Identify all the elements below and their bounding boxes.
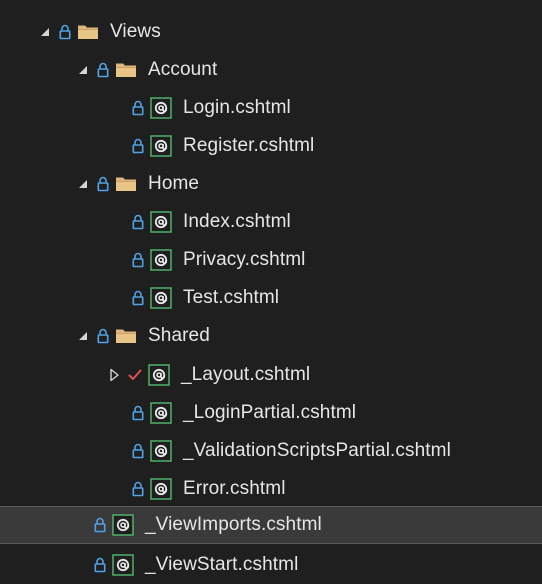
lock-icon — [131, 136, 145, 156]
tree-node-index-cshtml[interactable]: Index.cshtml — [0, 203, 542, 241]
lock-icon — [131, 212, 145, 232]
tree-node-label: _ViewStart.cshtml — [145, 554, 299, 575]
tree-node-shared[interactable]: Shared — [0, 317, 542, 355]
solution-explorer-tree: Views Account Login.cshtml Register.csht… — [0, 0, 542, 584]
triangle-down-icon[interactable] — [76, 326, 92, 346]
tree-node-label: _Layout.cshtml — [181, 364, 311, 385]
lock-icon — [96, 60, 110, 80]
checkmark-icon — [127, 365, 143, 385]
cshtml-file-icon — [150, 440, 172, 462]
cshtml-file-icon — [150, 211, 172, 233]
cshtml-file-icon — [150, 97, 172, 119]
tree-node-error-cshtml[interactable]: Error.cshtml — [0, 470, 542, 508]
cshtml-file-icon — [150, 249, 172, 271]
tree-node-test-cshtml[interactable]: Test.cshtml — [0, 279, 542, 317]
tree-node-label: Shared — [148, 325, 210, 346]
lock-icon — [96, 326, 110, 346]
cshtml-file-icon — [112, 514, 134, 536]
tree-node-views[interactable]: Views — [0, 13, 542, 51]
folder-icon — [115, 174, 137, 194]
triangle-down-icon[interactable] — [38, 22, 54, 42]
tree-node-viewstart-cshtml[interactable]: _ViewStart.cshtml — [0, 546, 542, 584]
lock-icon — [131, 403, 145, 423]
tree-node-viewimports-cshtml[interactable]: _ViewImports.cshtml — [0, 506, 542, 544]
triangle-down-icon[interactable] — [76, 60, 92, 80]
cshtml-file-icon — [148, 364, 170, 386]
tree-node-loginpartial-cshtml[interactable]: _LoginPartial.cshtml — [0, 394, 542, 432]
folder-icon — [115, 60, 137, 80]
triangle-down-icon[interactable] — [76, 174, 92, 194]
tree-node-label: Privacy.cshtml — [183, 249, 306, 270]
folder-icon — [115, 326, 137, 346]
tree-node-label: Register.cshtml — [183, 135, 315, 156]
cshtml-file-icon — [150, 287, 172, 309]
lock-icon — [131, 98, 145, 118]
folder-icon — [77, 22, 99, 42]
cshtml-file-icon — [150, 402, 172, 424]
tree-node-label: _LoginPartial.cshtml — [183, 402, 357, 423]
lock-icon — [131, 441, 145, 461]
tree-node-home[interactable]: Home — [0, 165, 542, 203]
tree-node-account[interactable]: Account — [0, 51, 542, 89]
tree-node-label: Home — [148, 173, 200, 194]
tree-node-register-cshtml[interactable]: Register.cshtml — [0, 127, 542, 165]
tree-node-privacy-cshtml[interactable]: Privacy.cshtml — [0, 241, 542, 279]
lock-icon — [131, 479, 145, 499]
tree-node-label: Test.cshtml — [183, 287, 280, 308]
cshtml-file-icon — [112, 554, 134, 576]
lock-icon — [93, 555, 107, 575]
tree-node-label: Views — [110, 21, 161, 42]
lock-icon — [58, 22, 72, 42]
tree-node-layout-cshtml[interactable]: _Layout.cshtml — [0, 356, 542, 394]
lock-icon — [131, 288, 145, 308]
tree-node-label: _ViewImports.cshtml — [145, 514, 322, 535]
tree-node-login-cshtml[interactable]: Login.cshtml — [0, 89, 542, 127]
lock-icon — [96, 174, 110, 194]
lock-icon — [131, 250, 145, 270]
tree-node-label: _ValidationScriptsPartial.cshtml — [183, 440, 451, 461]
tree-node-label: Error.cshtml — [183, 478, 286, 499]
tree-node-validationscriptspartial-cshtml[interactable]: _ValidationScriptsPartial.cshtml — [0, 432, 542, 470]
tree-node-label: Login.cshtml — [183, 97, 291, 118]
cshtml-file-icon — [150, 135, 172, 157]
lock-icon — [93, 515, 107, 535]
tree-node-label: Index.cshtml — [183, 211, 291, 232]
triangle-right-icon[interactable] — [107, 365, 123, 385]
tree-node-label: Account — [148, 59, 218, 80]
cshtml-file-icon — [150, 478, 172, 500]
